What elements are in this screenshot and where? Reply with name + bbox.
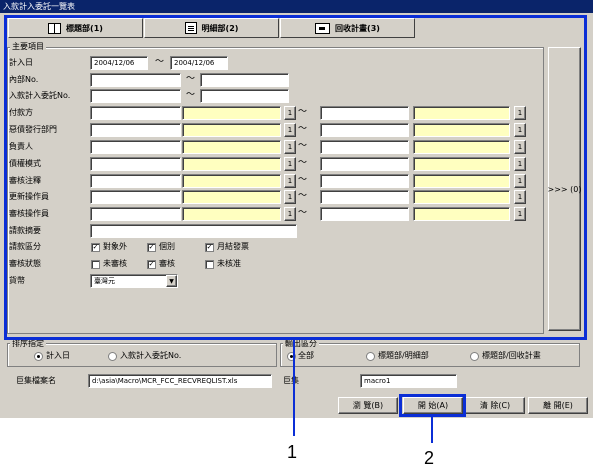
callout-line-1 [293, 340, 295, 436]
output-option-all: 全部 [298, 351, 314, 360]
browse-button[interactable]: 瀏 覽(B) [338, 397, 398, 414]
output-option-header-recovery: 標題部/回收計畫 [482, 351, 541, 360]
callout-number-2: 2 [424, 448, 435, 468]
output-radio-header-recovery[interactable] [470, 352, 479, 361]
clear-button[interactable]: 清 除(C) [465, 397, 525, 414]
close-button[interactable]: 離 開(E) [528, 397, 588, 414]
window-title: 入款計入委託一覽表 [0, 0, 593, 13]
macro-file-label: 巨集檔案名 [16, 376, 56, 385]
sort-radio-calc-date[interactable] [34, 352, 43, 361]
output-option-header-detail: 標題部/明細部 [378, 351, 429, 360]
macro-input[interactable]: macro1 [360, 374, 457, 388]
output-radio-header-detail[interactable] [366, 352, 375, 361]
sort-option-entrust-no: 入款計入委託No. [120, 351, 182, 360]
highlight-frame-2 [399, 394, 466, 417]
sort-radio-entrust-no[interactable] [108, 352, 117, 361]
callout-number-1: 1 [287, 442, 298, 462]
macro-file-input[interactable]: d:\asia\Macro\MCR_FCC_RECVREQLIST.xls [88, 374, 272, 388]
macro-label: 巨集 [283, 376, 299, 385]
output-group-title: 輸出區分 [283, 339, 319, 348]
callout-line-2 [431, 417, 433, 443]
sort-option-calc-date: 計入日 [46, 351, 70, 360]
highlight-frame-1 [4, 15, 587, 340]
sort-group-title: 排序指定 [10, 339, 46, 348]
